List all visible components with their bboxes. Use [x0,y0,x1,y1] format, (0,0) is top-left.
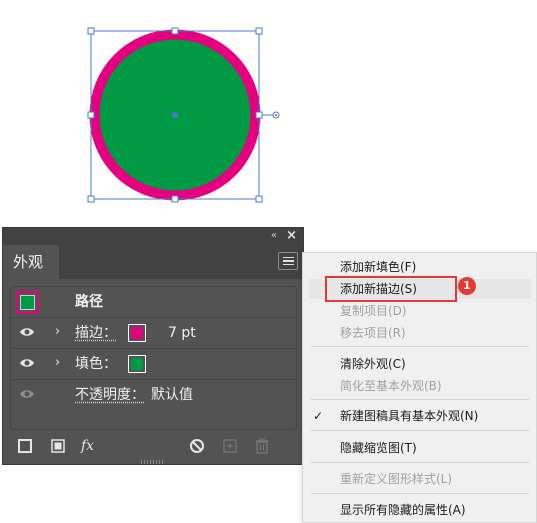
menu-item-duplicate: 复制项目(D) [340,304,407,318]
menu-item-remove: 移去项目(R) [340,326,406,340]
center-point [172,112,178,118]
appearance-panel-flyout-menu: 添加新填色(F) 添加新描边(S) 复制项目(D) 移去项目(R) 清除外观(C… [302,252,537,523]
opacity-value[interactable]: 默认值 [151,380,193,410]
collapse-icon[interactable]: « [271,230,277,242]
stroke-color-swatch[interactable] [128,324,146,342]
object-label: 路径 [75,294,103,310]
fill-label[interactable]: 填色： [75,349,117,379]
menu-separator [311,346,529,347]
menu-item-hide-thumbnails[interactable]: 隐藏缩览图(T) [340,441,417,455]
menu-separator [311,462,529,463]
menu-item-clear-appearance[interactable]: 清除外观(C) [340,357,406,371]
chevron-right-icon[interactable]: › [55,352,60,374]
canvas-artwork [87,27,280,203]
menu-item-show-all-hidden-attributes[interactable]: 显示所有隐藏的属性(A) [340,503,466,517]
annotation-step-badge: 1 [458,277,476,295]
stroke-weight-value[interactable]: 7 pt [168,318,196,348]
opacity-row[interactable]: 不透明度： 默认值 [11,380,296,413]
rotation-handle-dot [275,114,277,116]
panel-titlebar[interactable]: « × [3,228,303,245]
tab-appearance[interactable]: 外观 [3,245,59,279]
opacity-label[interactable]: 不透明度： [75,380,145,410]
appearance-panel: « × 外观 路径 › 描边： 7 pt › 填色： 不透明度： 默认值 fx [2,227,304,465]
panel-tab-strip: 外观 [3,245,303,279]
eye-icon [20,390,34,398]
object-thumbnail [16,291,39,314]
fill-row[interactable]: › 填色： [11,349,296,380]
new-fill-icon[interactable] [50,438,66,454]
panel-footer: fx [3,430,303,464]
menu-separator [311,399,529,400]
appearance-attribute-list: 路径 › 描边： 7 pt › 填色： 不透明度： 默认值 [10,286,297,430]
menu-item-add-new-fill[interactable]: 添加新填色(F) [340,260,416,274]
menu-separator [311,430,529,431]
fx-icon[interactable]: fx [81,438,103,454]
menu-item-redefine-graphic-style: 重新定义图形样式(L) [340,472,453,486]
eye-icon[interactable] [19,357,35,369]
duplicate-item-icon [223,439,237,453]
menu-item-reduce-to-basic: 简化至基本外观(B) [340,379,442,393]
menu-item-new-art-basic-appearance[interactable]: 新建图稿具有基本外观(N) [340,409,478,423]
new-stroke-icon[interactable] [17,438,33,454]
stroke-label[interactable]: 描边： [75,318,117,348]
hamburger-icon[interactable] [278,252,298,270]
clear-appearance-icon[interactable] [189,438,205,454]
stroke-row[interactable]: › 描边： 7 pt [11,318,296,349]
close-icon[interactable]: × [286,228,297,244]
trash-icon [255,438,269,454]
checkmark-icon: ✓ [313,409,324,423]
annotation-highlight-box [325,276,457,302]
menu-separator [311,493,529,494]
fill-color-swatch[interactable] [128,355,146,373]
resize-grip[interactable] [141,460,165,464]
chevron-right-icon[interactable]: › [55,321,60,343]
eye-icon[interactable] [19,326,35,338]
object-row[interactable]: 路径 [11,287,296,318]
